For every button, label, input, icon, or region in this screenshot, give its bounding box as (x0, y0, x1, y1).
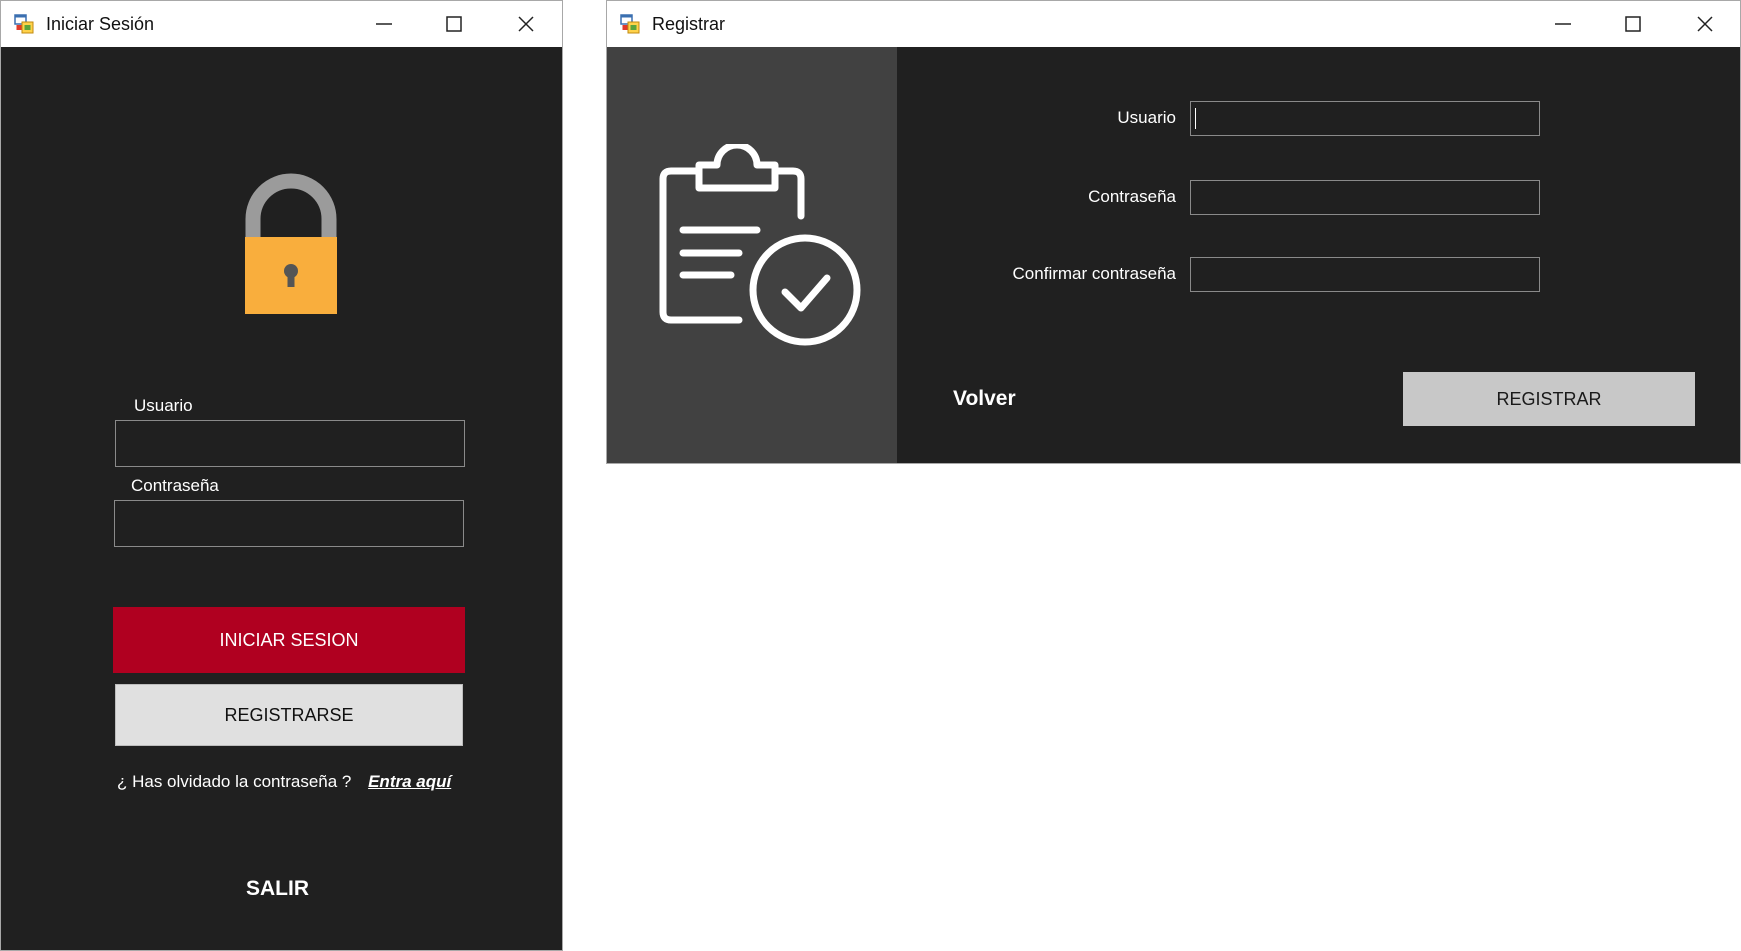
contrasena-input[interactable] (114, 500, 464, 547)
padlock-icon (245, 173, 337, 314)
clipboard-check-icon (659, 144, 861, 346)
forgot-password-row: ¿ Has olvidado la contraseña ? Entra aqu… (117, 772, 451, 792)
registrarse-button[interactable]: REGISTRARSE (115, 684, 463, 746)
usuario-label: Usuario (134, 396, 193, 415)
winforms-app-icon (620, 14, 640, 34)
side-panel (607, 47, 897, 463)
window-title: Iniciar Sesión (46, 14, 155, 34)
registrar-label: REGISTRAR (1496, 388, 1602, 409)
window-title: Registrar (652, 14, 726, 34)
register-titlebar[interactable]: Registrar (607, 1, 1740, 47)
volver-link[interactable]: Volver (953, 387, 1016, 411)
login-window: Iniciar Sesión Usuario Contraseña INICIA… (0, 0, 563, 951)
forgot-password-text: ¿ Has olvidado la contraseña ? (117, 772, 352, 791)
close-icon (518, 16, 534, 32)
minimize-icon (376, 23, 392, 25)
entra-aqui-link[interactable]: Entra aquí (368, 772, 451, 791)
registrar-button[interactable]: REGISTRAR (1403, 372, 1695, 426)
minimize-icon (1555, 23, 1571, 25)
reg-contrasena-label: Contraseña (1088, 187, 1176, 206)
winforms-app-icon (14, 14, 34, 34)
login-form: Usuario Contraseña INICIAR SESION REGIST… (1, 47, 562, 950)
iniciar-sesion-button[interactable]: INICIAR SESION (113, 607, 465, 673)
reg-usuario-input[interactable] (1190, 101, 1540, 136)
close-button[interactable] (491, 1, 561, 47)
login-titlebar[interactable]: Iniciar Sesión (1, 1, 562, 47)
iniciar-sesion-label: INICIAR SESION (219, 629, 359, 650)
maximize-icon (446, 16, 462, 32)
confirmar-contrasena-label: Confirmar contraseña (1012, 264, 1176, 283)
register-window: Registrar Usuario Contraseña Confirmar c… (606, 0, 1741, 464)
confirmar-contrasena-input[interactable] (1190, 257, 1540, 292)
reg-usuario-label: Usuario (1117, 108, 1176, 127)
salir-link[interactable]: SALIR (246, 877, 309, 901)
text-caret (1195, 108, 1196, 129)
close-button[interactable] (1670, 1, 1740, 47)
minimize-button[interactable] (349, 1, 419, 47)
close-icon (1697, 16, 1713, 32)
reg-contrasena-input[interactable] (1190, 180, 1540, 215)
minimize-button[interactable] (1528, 1, 1598, 47)
maximize-icon (1625, 16, 1641, 32)
contrasena-label: Contraseña (131, 476, 219, 495)
registrarse-label: REGISTRARSE (224, 704, 354, 725)
usuario-input[interactable] (115, 420, 465, 467)
maximize-button[interactable] (419, 1, 489, 47)
register-form: Usuario Contraseña Confirmar contraseña … (607, 47, 1740, 463)
maximize-button[interactable] (1598, 1, 1668, 47)
